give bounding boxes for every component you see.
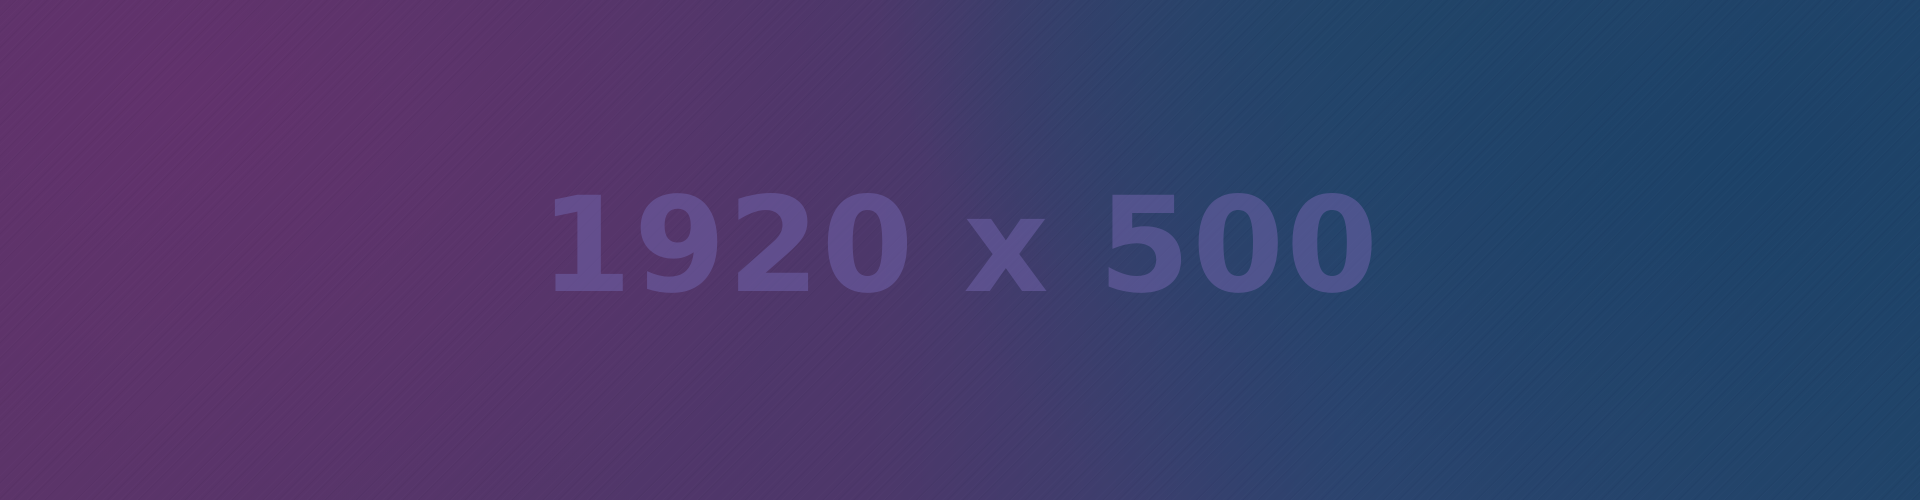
dimension-label: 1920 x 500 bbox=[540, 169, 1380, 323]
placeholder-canvas: 1920 x 500 bbox=[0, 0, 1920, 500]
